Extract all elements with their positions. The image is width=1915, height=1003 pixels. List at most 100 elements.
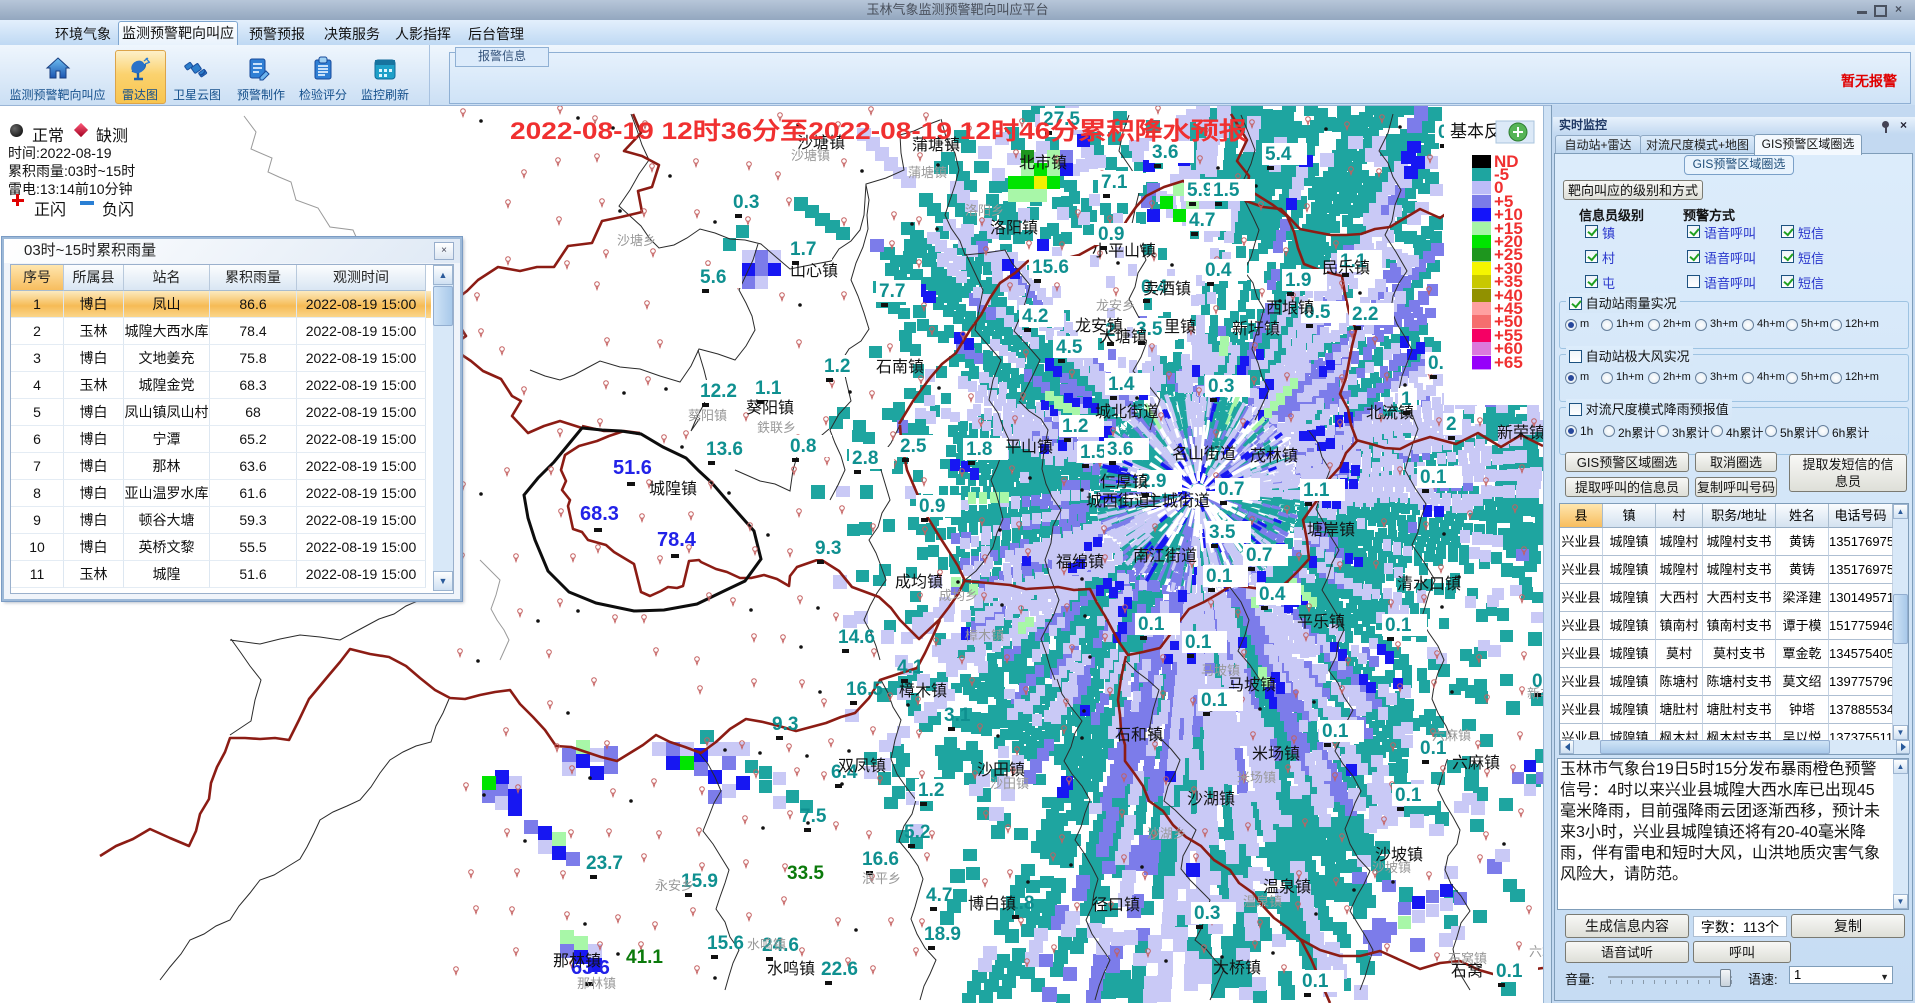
svg-text:沙湖镇: 沙湖镇	[1187, 790, 1235, 808]
svg-text:7.7: 7.7	[879, 281, 905, 302]
svg-text:蒲塘镇: 蒲塘镇	[908, 165, 947, 180]
svg-text:0.7: 0.7	[1246, 545, 1272, 566]
svg-text:0.3: 0.3	[1208, 376, 1234, 397]
svg-text:沙湖乡: 沙湖乡	[1147, 826, 1186, 841]
svg-text:1.2: 1.2	[1062, 416, 1088, 437]
svg-text:1.5: 1.5	[1213, 180, 1240, 201]
svg-text:9.3: 9.3	[815, 538, 841, 559]
svg-text:洛阳乡: 洛阳乡	[965, 203, 1004, 218]
svg-text:51.6: 51.6	[613, 457, 652, 479]
svg-text:六麻镇: 六麻镇	[1452, 754, 1500, 772]
svg-text:3.5: 3.5	[1209, 522, 1236, 543]
svg-text:葵阳镇: 葵阳镇	[746, 399, 794, 417]
svg-text:7.1: 7.1	[1101, 172, 1128, 193]
svg-text:0.8: 0.8	[790, 436, 816, 457]
svg-text:名山街道: 名山街道	[1172, 445, 1236, 463]
svg-text:9.3: 9.3	[772, 714, 798, 735]
svg-text:新荣镇: 新荣镇	[1497, 424, 1545, 442]
svg-text:18.9: 18.9	[924, 924, 961, 945]
svg-text:温泉镇: 温泉镇	[1243, 894, 1282, 909]
svg-text:北市镇: 北市镇	[1019, 154, 1067, 172]
svg-text:14.6: 14.6	[838, 627, 875, 648]
svg-text:12.2: 12.2	[700, 381, 737, 402]
svg-text:鉄联乡: 鉄联乡	[757, 420, 796, 435]
svg-text:双凤镇: 双凤镇	[838, 757, 886, 775]
svg-text:平乐镇: 平乐镇	[1297, 613, 1345, 631]
svg-text:1.1: 1.1	[1303, 480, 1330, 501]
svg-text:1.4: 1.4	[1108, 374, 1135, 395]
svg-text:0.9: 0.9	[919, 496, 945, 517]
svg-text:0.4: 0.4	[1205, 260, 1232, 281]
svg-text:洛阳镇: 洛阳镇	[990, 219, 1038, 237]
svg-text:塘岸镇: 塘岸镇	[1307, 521, 1355, 539]
svg-text:4.5: 4.5	[1056, 337, 1083, 358]
svg-text:新圩镇: 新圩镇	[1232, 320, 1280, 338]
svg-text:小平山镇: 小平山镇	[1092, 242, 1156, 260]
svg-text:0.1: 0.1	[1496, 961, 1523, 982]
svg-text:葵阳镇: 葵阳镇	[688, 408, 727, 423]
svg-text:5.4: 5.4	[1265, 144, 1292, 165]
svg-text:沙田镇: 沙田镇	[990, 776, 1029, 791]
svg-text:1.9: 1.9	[1285, 270, 1311, 291]
svg-text:0.4: 0.4	[1259, 584, 1286, 605]
svg-text:龙安乡: 龙安乡	[1096, 298, 1135, 313]
svg-text:山心镇: 山心镇	[790, 262, 838, 280]
svg-text:0.3: 0.3	[733, 192, 759, 213]
svg-text:主城街道: 主城街道	[1146, 492, 1210, 510]
svg-text:0.1: 0.1	[1420, 467, 1447, 488]
svg-text:4.2: 4.2	[1022, 306, 1048, 327]
svg-text:5.2: 5.2	[904, 822, 930, 843]
svg-text:78.4: 78.4	[657, 529, 697, 551]
svg-text:0.1: 0.1	[1201, 690, 1228, 711]
svg-text:马坡镇: 马坡镇	[1201, 663, 1240, 678]
svg-text:33.5: 33.5	[787, 863, 824, 884]
svg-text:1.8: 1.8	[966, 439, 992, 460]
svg-text:基本反: 基本反	[1450, 122, 1501, 141]
svg-text:7.5: 7.5	[800, 806, 827, 827]
svg-text:清水口镇: 清水口镇	[1397, 575, 1461, 593]
svg-text:米场镇: 米场镇	[1237, 770, 1276, 785]
svg-text:0.1: 0.1	[1138, 614, 1165, 635]
svg-text:水鸣镇: 水鸣镇	[747, 937, 786, 952]
svg-text:径口镇: 径口镇	[1092, 896, 1140, 914]
svg-text:1.2: 1.2	[824, 356, 850, 377]
svg-text:大塘镇: 大塘镇	[1099, 328, 1147, 346]
svg-text:0.1: 0.1	[1206, 566, 1233, 587]
svg-text:里镇: 里镇	[1164, 318, 1196, 336]
svg-text:1.5: 1.5	[1080, 442, 1107, 463]
svg-text:石和镇: 石和镇	[1115, 726, 1163, 744]
svg-text:卖酒镇: 卖酒镇	[1143, 280, 1191, 298]
svg-text:4.7: 4.7	[1189, 210, 1215, 231]
svg-text:西埌镇: 西埌镇	[1266, 299, 1314, 317]
svg-text:+65: +65	[1494, 353, 1523, 372]
svg-text:0.9: 0.9	[1098, 224, 1124, 245]
svg-text:永安乡: 永安乡	[655, 878, 694, 893]
svg-text:3.1: 3.1	[944, 705, 971, 726]
svg-text:沙塘乡: 沙塘乡	[617, 233, 656, 248]
svg-text:石窝镇: 石窝镇	[1448, 951, 1487, 966]
svg-text:3.6: 3.6	[1107, 439, 1133, 460]
svg-text:16.5: 16.5	[846, 679, 883, 700]
svg-text:3.6: 3.6	[1152, 142, 1178, 163]
svg-text:0.3: 0.3	[1194, 903, 1220, 924]
svg-text:2.5: 2.5	[900, 436, 927, 457]
svg-text:米场镇: 米场镇	[1252, 745, 1300, 763]
svg-text:4.1: 4.1	[897, 657, 924, 678]
svg-text:南江街道: 南江街道	[1133, 547, 1197, 565]
svg-text:大桥镇: 大桥镇	[1213, 959, 1261, 977]
svg-text:0.1: 0.1	[1385, 615, 1412, 636]
svg-text:5.6: 5.6	[700, 267, 726, 288]
svg-text:22.6: 22.6	[821, 959, 858, 980]
svg-text:0.1: 0.1	[1395, 785, 1422, 806]
svg-text:5.9: 5.9	[1187, 180, 1213, 201]
svg-text:樟木镇: 樟木镇	[899, 682, 947, 700]
svg-text:1.1: 1.1	[755, 378, 782, 399]
svg-text:水鸣镇: 水鸣镇	[767, 960, 815, 978]
svg-text:2: 2	[1446, 414, 1457, 435]
svg-text:浪平乡: 浪平乡	[862, 871, 901, 886]
svg-text:城西街道: 城西街道	[1086, 492, 1150, 510]
svg-text:民乐镇: 民乐镇	[1322, 259, 1370, 277]
svg-text:23.7: 23.7	[586, 853, 623, 874]
svg-text:北流镇: 北流镇	[1366, 404, 1414, 422]
svg-text:1.7: 1.7	[790, 239, 816, 260]
